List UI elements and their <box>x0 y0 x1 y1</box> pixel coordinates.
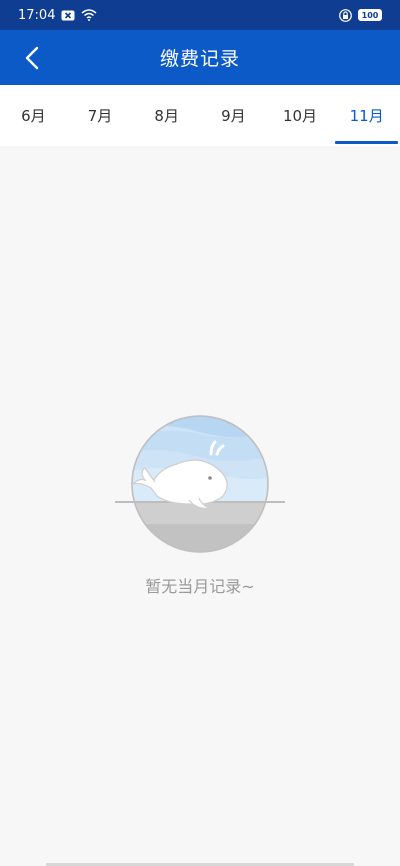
status-left: 17:04 <box>18 8 97 23</box>
status-time: 17:04 <box>18 7 56 23</box>
status-bar: 17:04 100 <box>0 0 400 30</box>
whale-illustration <box>115 415 285 553</box>
battery-icon: 100 <box>358 9 382 21</box>
empty-message: 暂无当月记录~ <box>145 577 255 596</box>
empty-state: 暂无当月记录~ <box>0 412 400 597</box>
tab-october[interactable]: 10月 <box>267 85 334 146</box>
lock-icon <box>339 8 352 22</box>
chevron-left-icon <box>25 46 39 69</box>
page-title: 缴费记录 <box>159 48 240 70</box>
tab-july[interactable]: 7月 <box>67 85 134 146</box>
notification-x-icon <box>61 10 75 21</box>
header: 缴费记录 <box>0 30 400 85</box>
tab-november[interactable]: 11月 <box>333 85 400 146</box>
tab-june[interactable]: 6月 <box>0 85 67 146</box>
wifi-icon <box>81 9 97 21</box>
month-tabs: 6月 7月 8月 9月 10月 11月 <box>0 85 400 146</box>
back-button[interactable] <box>12 30 52 85</box>
tab-august[interactable]: 8月 <box>133 85 200 146</box>
tab-september[interactable]: 9月 <box>200 85 267 146</box>
status-right: 100 <box>339 8 382 22</box>
